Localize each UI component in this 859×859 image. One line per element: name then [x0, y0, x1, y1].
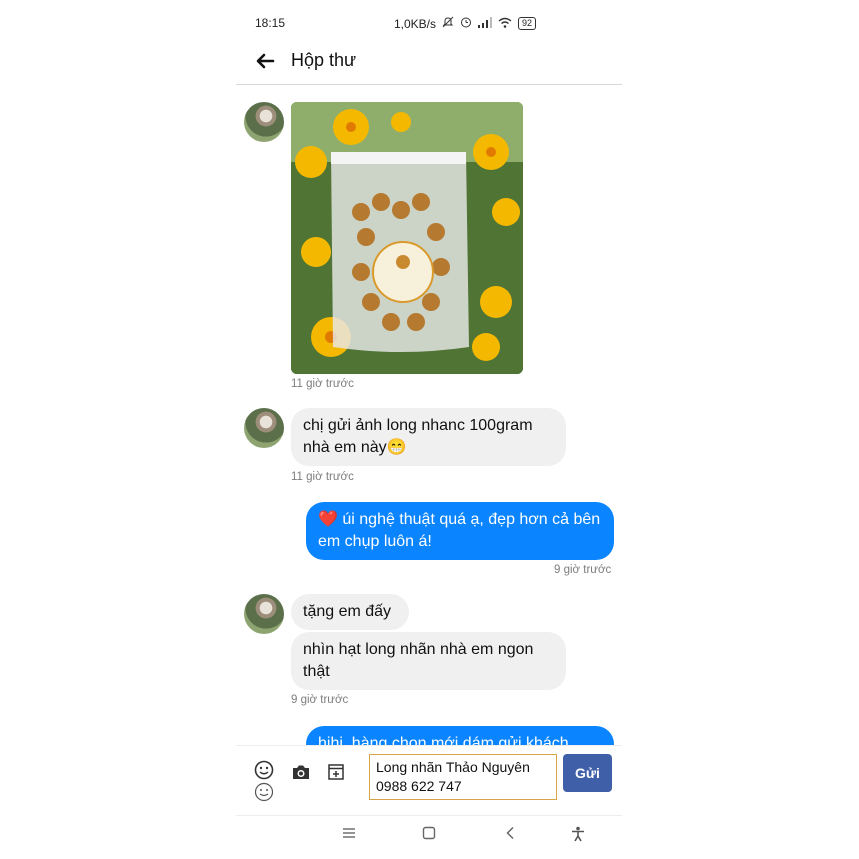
product-photo[interactable]	[291, 102, 523, 374]
camera-icon[interactable]	[291, 764, 311, 785]
incoming-message[interactable]: tặng em đấy	[291, 594, 409, 630]
send-button[interactable]: Gửi	[563, 754, 612, 792]
accessibility-icon[interactable]	[570, 826, 586, 847]
message-timestamp: 9 giờ trước	[554, 564, 612, 576]
home-icon[interactable]	[422, 826, 436, 845]
mute-icon	[442, 16, 454, 31]
menu-icon[interactable]	[342, 826, 356, 845]
avatar[interactable]	[244, 102, 284, 142]
phone-screen: 18:15 1,0KB/s 92 Hộp thư 11 giờ trước ch…	[236, 0, 622, 859]
message-composer: Long nhãn Thảo Nguyên 0988 622 747 Gửi	[236, 745, 622, 814]
battery-indicator: 92	[517, 17, 536, 30]
message-input[interactable]: Long nhãn Thảo Nguyên 0988 622 747	[369, 754, 557, 800]
incoming-message[interactable]: nhìn hạt long nhãn nhà em ngon thật	[291, 632, 566, 690]
status-time: 18:15	[255, 16, 286, 30]
message-timestamp: 11 giờ trước	[291, 471, 354, 483]
avatar[interactable]	[244, 408, 284, 448]
sticker-icon[interactable]	[254, 782, 274, 807]
arrow-left-icon[interactable]	[254, 50, 276, 72]
avatar[interactable]	[244, 594, 284, 634]
back-nav-icon[interactable]	[504, 826, 518, 845]
message-timestamp: 9 giờ trước	[291, 694, 349, 706]
incoming-message[interactable]: chị gửi ảnh long nhanc 100gram nhà em nà…	[291, 408, 566, 466]
status-bar: 18:15 1,0KB/s 92	[236, 8, 622, 36]
message-timestamp: 11 giờ trước	[291, 378, 354, 390]
alarm-icon	[460, 16, 472, 31]
net-speed: 1,0KB/s	[393, 16, 436, 31]
page-title: Hộp thư	[291, 50, 357, 70]
signal-icon	[477, 16, 492, 31]
status-right: 1,0KB/s 92	[394, 16, 536, 31]
outgoing-message[interactable]: ❤️ úi nghệ thuật quá ạ, đẹp hơn cả bên e…	[306, 502, 614, 560]
wifi-icon	[498, 17, 512, 31]
app-header: Hộp thư	[236, 40, 622, 85]
add-icon[interactable]	[328, 764, 344, 785]
system-nav-bar	[236, 815, 622, 859]
